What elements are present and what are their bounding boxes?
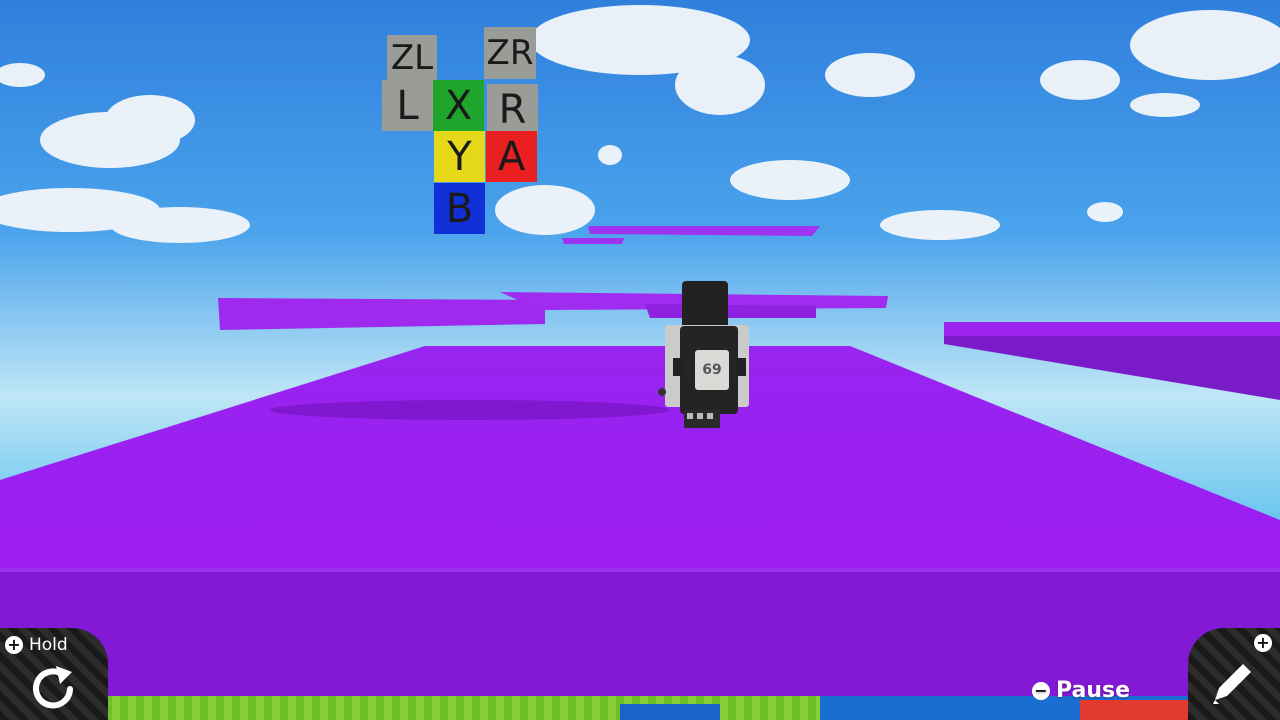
minus-button-icon: − xyxy=(1032,681,1050,700)
legend-key-x: X xyxy=(433,80,484,131)
legend-key-zl: ZL xyxy=(387,35,437,81)
pencil-icon[interactable] xyxy=(1205,654,1261,710)
legend-key-y: Y xyxy=(434,131,485,182)
pause-button[interactable]: − Pause xyxy=(1032,678,1130,703)
player-number-badge: 69 xyxy=(695,350,729,390)
plus-button-icon-edit: + xyxy=(1254,634,1272,652)
legend-key-b: B xyxy=(434,183,485,234)
legend-key-a: A xyxy=(486,131,537,182)
legend-key-r: R xyxy=(487,84,538,135)
rotate-icon[interactable] xyxy=(26,662,80,716)
legend-key-zr: ZR xyxy=(484,27,536,79)
hold-label: Hold xyxy=(29,635,68,655)
hold-label-group: + Hold xyxy=(5,635,68,655)
plus-button-icon: + xyxy=(5,636,23,654)
pause-label: Pause xyxy=(1056,678,1131,703)
game-scene xyxy=(0,0,1280,720)
legend-key-l: L xyxy=(382,80,433,131)
